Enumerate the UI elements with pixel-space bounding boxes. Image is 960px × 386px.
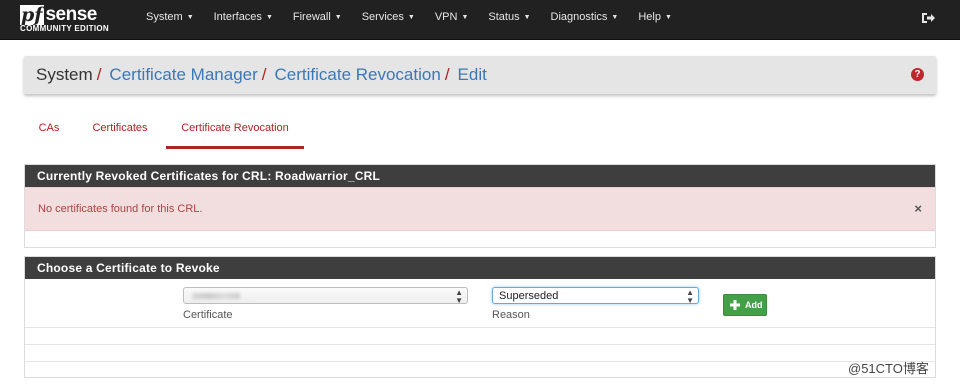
menu-diagnostics[interactable]: Diagnostics ▼: [541, 0, 629, 39]
empty-row: [25, 345, 935, 362]
menu-status[interactable]: Status ▼: [478, 0, 540, 39]
menu-label: VPN: [434, 11, 458, 23]
tab-cas[interactable]: CAs: [36, 112, 62, 146]
menu-services[interactable]: Services ▼: [352, 0, 425, 39]
close-icon[interactable]: ×: [914, 201, 922, 216]
menu-label: Diagnostics: [550, 11, 608, 23]
reason-label: Reason: [492, 309, 530, 321]
tab-certificate-revocation[interactable]: Certificate Revocation: [166, 112, 304, 149]
breadcrumb-separator: /: [261, 65, 267, 84]
menu-system[interactable]: System ▼: [136, 0, 204, 39]
select-arrows-icon: ▲ ▼: [686, 288, 694, 305]
menu-interfaces[interactable]: Interfaces ▼: [204, 0, 283, 39]
caret-down-icon: ▼: [523, 14, 531, 21]
breadcrumb-certificate-manager[interactable]: Certificate Manager: [109, 65, 257, 84]
menu-label: System: [146, 11, 183, 23]
menu-label: Status: [488, 11, 520, 23]
caret-down-icon: ▼: [611, 14, 619, 21]
menu-firewall[interactable]: Firewall ▼: [283, 0, 352, 39]
breadcrumb-edit[interactable]: Edit: [458, 65, 487, 84]
no-certificates-alert: No certificates found for this CRL. ×: [25, 187, 935, 231]
revoked-panel-heading: Currently Revoked Certificates for CRL: …: [25, 165, 935, 187]
menu-vpn[interactable]: VPN ▼: [425, 0, 479, 39]
add-button-label: Add: [745, 300, 763, 310]
menu-label: Help: [638, 11, 661, 23]
caret-down-icon: ▼: [265, 14, 273, 21]
menu-label: Services: [361, 11, 404, 23]
certificate-label: Certificate: [183, 309, 233, 321]
logo-edition: COMMUNITY EDITION: [20, 24, 109, 33]
pfsense-logo[interactable]: pf sense COMMUNITY EDITION: [20, 3, 130, 37]
top-navbar: pf sense COMMUNITY EDITION System ▼ Interf…: [0, 0, 960, 40]
caret-down-icon: ▼: [334, 14, 342, 21]
revoke-panel-heading: Choose a Certificate to Revoke: [25, 257, 935, 279]
menu-help[interactable]: Help ▼: [628, 0, 682, 39]
caret-down-icon: ▼: [664, 14, 672, 21]
watermark: @51CTO博客: [848, 361, 929, 376]
help-icon[interactable]: ?: [911, 68, 924, 81]
caret-down-icon: ▼: [407, 14, 415, 21]
logo-pf: pf: [20, 4, 45, 26]
certificate-value-blurred: [192, 293, 240, 299]
breadcrumb-separator: /: [96, 65, 102, 84]
select-arrows-icon: ▲ ▼: [455, 288, 463, 305]
revoke-form-row: ▲ ▼ Certificate Superseded ▲ ▼ Reason Add: [25, 279, 935, 328]
menu-label: Interfaces: [213, 11, 262, 23]
logo-wordmark: pf sense: [20, 3, 97, 25]
menu-label: Firewall: [292, 11, 331, 23]
revoke-certificate-panel: Choose a Certificate to Revoke ▲ ▼ Certif…: [24, 256, 936, 378]
plus-icon: [730, 300, 740, 310]
breadcrumb-root: System: [36, 65, 93, 84]
add-button[interactable]: Add: [723, 294, 767, 316]
breadcrumb-separator: /: [444, 65, 450, 84]
main-menu: System ▼ Interfaces ▼ Firewall ▼ Services ▼ …: [136, 0, 682, 39]
breadcrumb-certificate-revocation[interactable]: Certificate Revocation: [275, 65, 441, 84]
caret-down-icon: ▼: [186, 14, 194, 21]
caret-down-icon: ▼: [461, 14, 469, 21]
alert-message: No certificates found for this CRL.: [38, 203, 203, 215]
breadcrumb-panel: System / Certificate Manager / Certificate R…: [24, 56, 936, 94]
breadcrumb: System / Certificate Manager / Certificate R…: [36, 65, 487, 85]
tab-bar: CAs Certificates Certificate Revocation: [24, 112, 936, 149]
reason-value: Superseded: [499, 290, 559, 302]
empty-row: [25, 328, 935, 345]
tab-certificates[interactable]: Certificates: [88, 112, 152, 146]
logo-sense: sense: [45, 4, 97, 25]
certificate-select[interactable]: ▲ ▼: [183, 287, 468, 305]
reason-select[interactable]: Superseded ▲ ▼: [492, 287, 699, 305]
logout-icon[interactable]: [920, 10, 936, 26]
revoked-certificates-panel: Currently Revoked Certificates for CRL: …: [24, 164, 936, 248]
